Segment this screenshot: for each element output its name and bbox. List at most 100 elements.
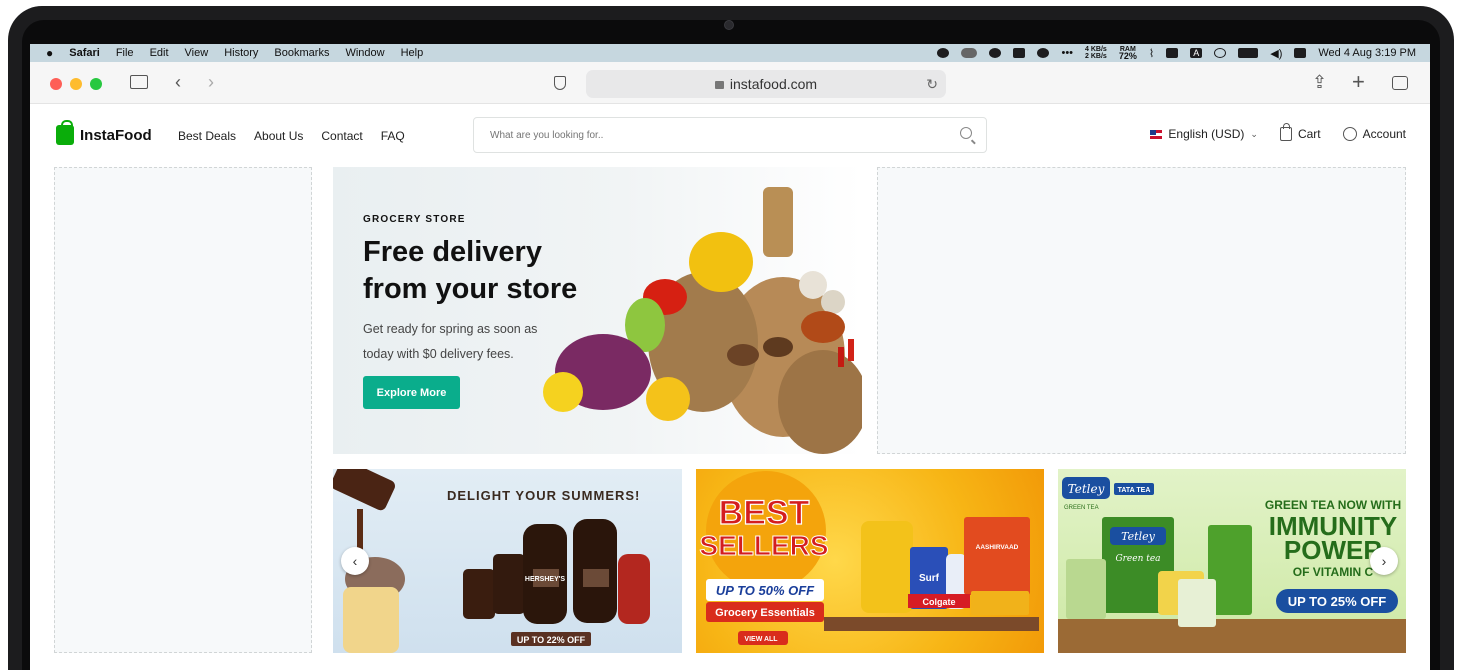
- apple-icon[interactable]: ●: [46, 46, 53, 60]
- evernote-icon[interactable]: [1013, 48, 1026, 58]
- cloud-icon[interactable]: [961, 48, 978, 58]
- promo-banner-hersheys[interactable]: DELIGHT YOUR SUMMERS! UP TO 22% OFF HERS…: [333, 469, 682, 653]
- banner2-title-line2: SELLERS: [699, 530, 828, 561]
- zoom-window-button[interactable]: [90, 78, 102, 90]
- cart-link[interactable]: Cart: [1279, 123, 1321, 141]
- share-icon[interactable]: ⇪: [1312, 73, 1327, 91]
- nav-about-us[interactable]: About Us: [254, 129, 303, 143]
- menu-bookmarks[interactable]: Bookmarks: [274, 47, 329, 59]
- account-label: Account: [1362, 127, 1406, 141]
- cart-icon: [1279, 123, 1292, 141]
- app-icon[interactable]: [1166, 48, 1179, 58]
- banner1-title: DELIGHT YOUR SUMMERS!: [447, 488, 640, 503]
- chevron-left-icon: ‹: [352, 553, 358, 569]
- best-sellers-banner-art: BEST SELLERS UP TO 50% OFF Grocery Essen…: [699, 471, 1039, 645]
- tetley-banner-art: Tetley TATA TEA GREEN TEA Tetley Green t…: [1058, 477, 1406, 653]
- shield-icon[interactable]: [554, 76, 566, 90]
- search-box: [473, 117, 987, 153]
- status-icon[interactable]: [989, 48, 1002, 58]
- net-up: 4 KB/s: [1085, 46, 1107, 53]
- keyboard-layout[interactable]: A: [1190, 48, 1203, 58]
- lock-icon: [714, 81, 724, 89]
- banner2-title-line1: BEST: [719, 494, 810, 532]
- sidebar-icon[interactable]: [130, 75, 148, 89]
- banner3-line4: OF VITAMIN C: [1293, 565, 1374, 579]
- vegetables-image: [543, 187, 862, 454]
- control-center-icon[interactable]: [1294, 48, 1307, 58]
- menu-help[interactable]: Help: [401, 47, 424, 59]
- browser-toolbar: ‹ › instafood.com ↻ ⇪ +: [30, 62, 1430, 104]
- more-icon[interactable]: •••: [1061, 47, 1073, 59]
- menu-file[interactable]: File: [116, 47, 134, 59]
- moon-icon[interactable]: [1037, 48, 1050, 58]
- banner3-green-tea: GREEN TEA: [1064, 505, 1099, 511]
- search-input[interactable]: [490, 129, 930, 141]
- banner3-pack-label: Green tea: [1115, 554, 1160, 564]
- device-background: ● Safari File Edit View History Bookmark…: [0, 0, 1460, 670]
- menu-app-name[interactable]: Safari: [69, 47, 100, 59]
- carousel-prev-button[interactable]: ‹: [341, 547, 369, 575]
- shopping-bag-icon: [56, 120, 74, 145]
- site-logo[interactable]: InstaFood: [56, 120, 152, 145]
- network-monitor[interactable]: 4 KB/s 2 KB/s: [1085, 46, 1107, 60]
- web-page: InstaFood Best Deals About Us Contact FA…: [30, 105, 1430, 670]
- address-bar[interactable]: instafood.com ↻: [586, 70, 946, 98]
- hersheys-banner-art: DELIGHT YOUR SUMMERS! UP TO 22% OFF HERS…: [333, 469, 650, 653]
- promo-banner-tetley[interactable]: Tetley TATA TEA GREEN TEA Tetley Green t…: [1058, 469, 1406, 653]
- menu-view[interactable]: View: [185, 47, 209, 59]
- account-link[interactable]: Account: [1342, 127, 1406, 141]
- banner1-offer: UP TO 22% OFF: [517, 635, 586, 645]
- close-window-button[interactable]: [50, 78, 62, 90]
- promo-banner-best-sellers[interactable]: BEST SELLERS UP TO 50% OFF Grocery Essen…: [696, 469, 1044, 653]
- brand-name: InstaFood: [80, 126, 152, 144]
- nav-best-deals[interactable]: Best Deals: [178, 129, 236, 143]
- banner2-brand-surf: Surf: [919, 573, 940, 584]
- cart-label: Cart: [1297, 127, 1321, 141]
- us-flag-icon: [1150, 129, 1163, 139]
- banner3-pack-brand: Tetley: [1121, 530, 1155, 543]
- reload-icon[interactable]: ↻: [926, 76, 938, 93]
- back-icon[interactable]: ‹: [175, 73, 181, 91]
- hero-banner: GROCERY STORE Free delivery from your st…: [333, 167, 862, 454]
- language-label: English (USD): [1168, 127, 1245, 141]
- banner3-brand2: TATA TEA: [1118, 487, 1151, 494]
- clock[interactable]: Wed 4 Aug 3:19 PM: [1318, 47, 1416, 59]
- carousel-next-button[interactable]: ›: [1370, 547, 1398, 575]
- play-icon[interactable]: [1214, 48, 1227, 58]
- screen: ● Safari File Edit View History Bookmark…: [30, 44, 1430, 670]
- search-icon[interactable]: [960, 127, 972, 139]
- menu-bar: ● Safari File Edit View History Bookmark…: [30, 44, 1430, 62]
- banner2-brand-colgate: Colgate: [922, 597, 955, 607]
- chevron-down-icon: ⌄: [1250, 128, 1258, 139]
- menu-window[interactable]: Window: [345, 47, 384, 59]
- minimize-window-button[interactable]: [70, 78, 82, 90]
- paperclip-icon[interactable]: ⌇: [1149, 47, 1154, 60]
- menu-history[interactable]: History: [224, 47, 258, 59]
- ram-monitor[interactable]: RAM 72%: [1119, 46, 1137, 61]
- camera-icon: [724, 20, 734, 30]
- user-icon: [1342, 127, 1357, 141]
- ad-placeholder-right: [877, 167, 1406, 454]
- main-nav: Best Deals About Us Contact FAQ: [178, 129, 405, 143]
- url-text: instafood.com: [729, 76, 818, 92]
- ad-placeholder-left: [54, 167, 312, 653]
- new-tab-icon[interactable]: +: [1352, 71, 1365, 93]
- banner2-offer: UP TO 50% OFF: [716, 583, 815, 598]
- language-selector[interactable]: English (USD) ⌄: [1150, 127, 1258, 141]
- banner2-brand-aashirvaad: AASHIRVAAD: [976, 544, 1019, 551]
- banner2-subtitle: Grocery Essentials: [715, 607, 815, 619]
- tab-overview-icon[interactable]: [1392, 76, 1408, 90]
- battery-icon[interactable]: [1238, 48, 1259, 58]
- banner1-product-label: HERSHEY'S: [525, 576, 566, 583]
- nav-contact[interactable]: Contact: [321, 129, 362, 143]
- menu-edit[interactable]: Edit: [150, 47, 169, 59]
- volume-icon[interactable]: ◀︎): [1270, 47, 1282, 60]
- banner3-line3: POWER: [1284, 535, 1382, 565]
- site-header: InstaFood Best Deals About Us Contact FA…: [30, 105, 1430, 165]
- net-down: 2 KB/s: [1085, 53, 1107, 60]
- forward-icon[interactable]: ›: [208, 73, 214, 91]
- banner3-line1: GREEN TEA NOW WITH: [1265, 498, 1401, 512]
- chevron-right-icon: ›: [1381, 553, 1387, 569]
- nav-faq[interactable]: FAQ: [381, 129, 405, 143]
- status-icon[interactable]: [937, 48, 950, 58]
